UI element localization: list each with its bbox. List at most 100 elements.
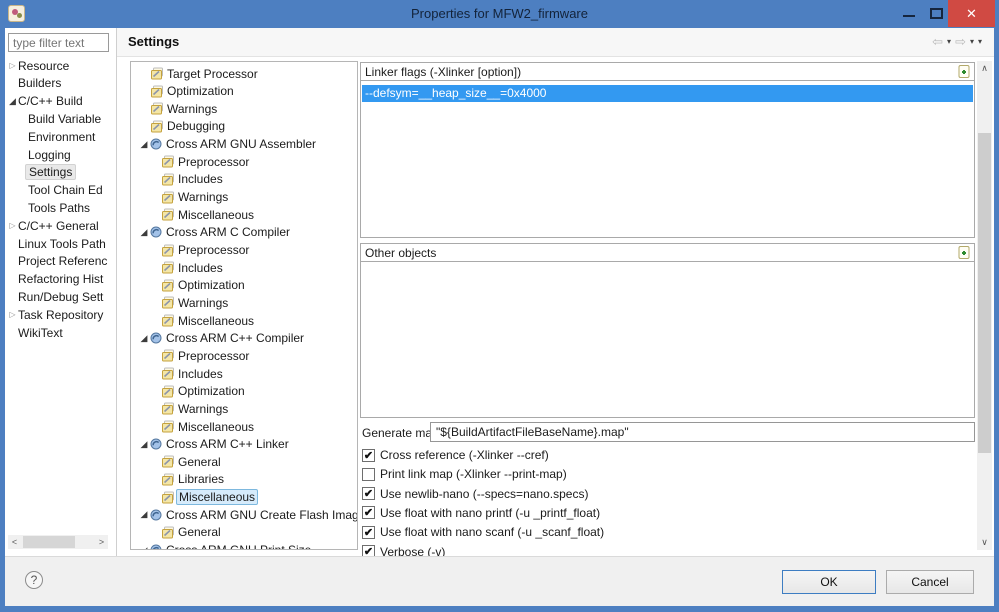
tool-settings-tree[interactable]: Target ProcessorOptimizationWarningsDebu…	[130, 61, 358, 550]
tool-tree-item-cross-arm-gnu-create-flash-image[interactable]: ◢Cross ARM GNU Create Flash Image	[131, 506, 357, 523]
sidebar-item-run-debug-sett[interactable]: Run/Debug Sett	[5, 288, 117, 305]
tool-tree-item-warnings[interactable]: Warnings	[131, 400, 357, 417]
cancel-button[interactable]: Cancel	[886, 570, 974, 594]
back-icon[interactable]: ⇦	[932, 35, 943, 49]
other-objects-title: Other objects	[365, 246, 436, 260]
collapsed-arrow-icon[interactable]: ▷	[7, 221, 18, 230]
ok-button[interactable]: OK	[782, 570, 876, 594]
tool-tree-item-cross-arm-gnu-assembler[interactable]: ◢Cross ARM GNU Assembler	[131, 136, 357, 153]
tool-tree-item-warnings[interactable]: Warnings	[131, 100, 357, 117]
tool-tree-item-warnings[interactable]: Warnings	[131, 294, 357, 311]
close-button[interactable]: ✕	[948, 0, 995, 27]
scrollbar-thumb[interactable]	[978, 133, 991, 453]
tool-tree-item-includes[interactable]: Includes	[131, 171, 357, 188]
checked-checkbox-icon[interactable]: ✔	[362, 487, 375, 500]
tool-tree-item-includes[interactable]: Includes	[131, 259, 357, 276]
sidebar-item-label: WikiText	[18, 326, 63, 340]
sidebar-item-builders[interactable]: Builders	[5, 75, 117, 92]
scrollbar-thumb[interactable]	[23, 536, 75, 548]
checkbox-use-float-with-nano-scanf-u-scanf-float[interactable]: ✔Use float with nano scanf (-u _scanf_fl…	[362, 523, 604, 541]
minimize-button[interactable]	[896, 0, 923, 27]
checkbox-use-float-with-nano-printf-u-printf-float[interactable]: ✔Use float with nano printf (-u _printf_…	[362, 504, 600, 522]
forward-dropdown-icon[interactable]: ▾	[970, 35, 974, 49]
scroll-up-icon[interactable]: ∧	[977, 61, 992, 76]
sidebar-item-environment[interactable]: Environment	[5, 128, 117, 145]
expanded-arrow-icon[interactable]: ◢	[138, 545, 150, 550]
titlebar[interactable]: Properties for MFW2_firmware ✕	[0, 0, 999, 28]
minimize-icon	[903, 15, 915, 17]
view-menu-icon[interactable]: ▾	[978, 35, 982, 49]
tool-tree-item-debugging[interactable]: Debugging	[131, 118, 357, 135]
sidebar-item-logging[interactable]: Logging	[5, 146, 117, 163]
checked-checkbox-icon[interactable]: ✔	[362, 506, 375, 519]
scroll-left-icon[interactable]: <	[8, 535, 21, 549]
sidebar-item-task-repository[interactable]: ▷Task Repository	[5, 306, 117, 323]
checked-checkbox-icon[interactable]: ✔	[362, 526, 375, 539]
checkbox-verbose-v[interactable]: ✔Verbose (-v)	[362, 543, 445, 557]
expanded-arrow-icon[interactable]: ◢	[138, 139, 150, 150]
sidebar-item-wikitext[interactable]: WikiText	[5, 324, 117, 341]
back-dropdown-icon[interactable]: ▾	[947, 35, 951, 49]
expanded-arrow-icon[interactable]: ◢	[138, 333, 150, 344]
checkbox-use-newlib-nano-specs-nano-specs[interactable]: ✔Use newlib-nano (--specs=nano.specs)	[362, 485, 588, 503]
checkbox-label: Cross reference (-Xlinker --cref)	[380, 448, 549, 462]
tool-tree-item-cross-arm-c-compiler[interactable]: ◢Cross ARM C++ Compiler	[131, 330, 357, 347]
settings-category-icon	[151, 120, 165, 133]
right-vertical-scrollbar[interactable]: ∧ ∨	[977, 61, 992, 550]
unchecked-checkbox-icon[interactable]	[362, 468, 375, 481]
tool-tree-item-preprocessor[interactable]: Preprocessor	[131, 242, 357, 259]
tool-tree-item-label: Includes	[176, 172, 225, 186]
linker-flag-row[interactable]: --defsym=__heap_size__=0x4000	[362, 85, 973, 102]
sidebar-item-c-c-general[interactable]: ▷C/C++ General	[5, 217, 117, 234]
sidebar-item-settings[interactable]: Settings	[5, 164, 117, 181]
tool-tree-item-optimization[interactable]: Optimization	[131, 83, 357, 100]
checked-checkbox-icon[interactable]: ✔	[362, 545, 375, 556]
sidebar-item-refactoring-hist[interactable]: Refactoring Hist	[5, 271, 117, 288]
scroll-down-icon[interactable]: ∨	[977, 535, 992, 550]
sidebar-item-tools-paths[interactable]: Tools Paths	[5, 199, 117, 216]
tool-tree-item-warnings[interactable]: Warnings	[131, 189, 357, 206]
expanded-arrow-icon[interactable]: ◢	[7, 96, 18, 107]
tool-tree-item-includes[interactable]: Includes	[131, 365, 357, 382]
tool-tree-item-miscellaneous[interactable]: Miscellaneous	[131, 418, 357, 435]
sidebar-item-linux-tools-path[interactable]: Linux Tools Path	[5, 235, 117, 252]
checked-checkbox-icon[interactable]: ✔	[362, 449, 375, 462]
tool-tree-item-target-processor[interactable]: Target Processor	[131, 65, 357, 82]
tool-tree-item-miscellaneous[interactable]: Miscellaneous	[131, 312, 357, 329]
sidebar-item-project-referenc[interactable]: Project Referenc	[5, 253, 117, 270]
tool-tree-item-optimization[interactable]: Optimization	[131, 277, 357, 294]
forward-icon[interactable]: ⇨	[955, 35, 966, 49]
collapsed-arrow-icon[interactable]: ▷	[7, 310, 18, 319]
tool-tree-item-general[interactable]: General	[131, 524, 357, 541]
expanded-arrow-icon[interactable]: ◢	[138, 439, 150, 450]
tool-tree-item-cross-arm-c-compiler[interactable]: ◢ Cross ARM C Compiler	[131, 224, 357, 241]
tool-tree-item-cross-arm-c-linker[interactable]: ◢Cross ARM C++ Linker	[131, 436, 357, 453]
tool-tree-item-preprocessor[interactable]: Preprocessor	[131, 347, 357, 364]
filter-input[interactable]	[8, 33, 109, 52]
expanded-arrow-icon[interactable]: ◢	[138, 227, 150, 238]
tool-tree-item-preprocessor[interactable]: Preprocessor	[131, 153, 357, 170]
tool-tree-item-optimization[interactable]: Optimization	[131, 383, 357, 400]
generate-map-input[interactable]	[430, 422, 975, 442]
scroll-right-icon[interactable]: >	[95, 535, 108, 549]
sidebar-item-tool-chain-ed[interactable]: Tool Chain Ed	[5, 182, 117, 199]
expanded-arrow-icon[interactable]: ◢	[138, 509, 150, 520]
tool-tree-item-miscellaneous[interactable]: Miscellaneous	[131, 489, 357, 506]
tool-tree-item-cross-arm-gnu-print-size[interactable]: ◢Cross ARM GNU Print Size	[131, 542, 357, 550]
add-flag-icon[interactable]	[958, 65, 971, 78]
checkbox-cross-reference-xlinker-cref[interactable]: ✔ Cross reference (-Xlinker --cref)	[362, 446, 549, 464]
checkbox-print-link-map-xlinker-print-map[interactable]: Print link map (-Xlinker --print-map)	[362, 465, 567, 483]
collapsed-arrow-icon[interactable]: ▷	[7, 61, 18, 70]
sidebar-item-resource[interactable]: ▷Resource	[5, 57, 117, 74]
tool-tree-item-miscellaneous[interactable]: Miscellaneous	[131, 206, 357, 223]
sidebar-item-label: Task Repository	[18, 308, 103, 322]
tool-tree-item-libraries[interactable]: Libraries	[131, 471, 357, 488]
maximize-button[interactable]	[923, 0, 950, 27]
add-object-icon[interactable]	[958, 246, 971, 259]
help-button[interactable]: ?	[25, 571, 43, 589]
sidebar-item-c-c-build[interactable]: ◢C/C++ Build	[5, 93, 117, 110]
tool-tree-item-label: Cross ARM C Compiler	[164, 225, 292, 239]
sidebar-horizontal-scrollbar[interactable]: < >	[8, 535, 108, 549]
sidebar-item-build-variable[interactable]: Build Variable	[5, 110, 117, 127]
tool-tree-item-general[interactable]: General	[131, 453, 357, 470]
